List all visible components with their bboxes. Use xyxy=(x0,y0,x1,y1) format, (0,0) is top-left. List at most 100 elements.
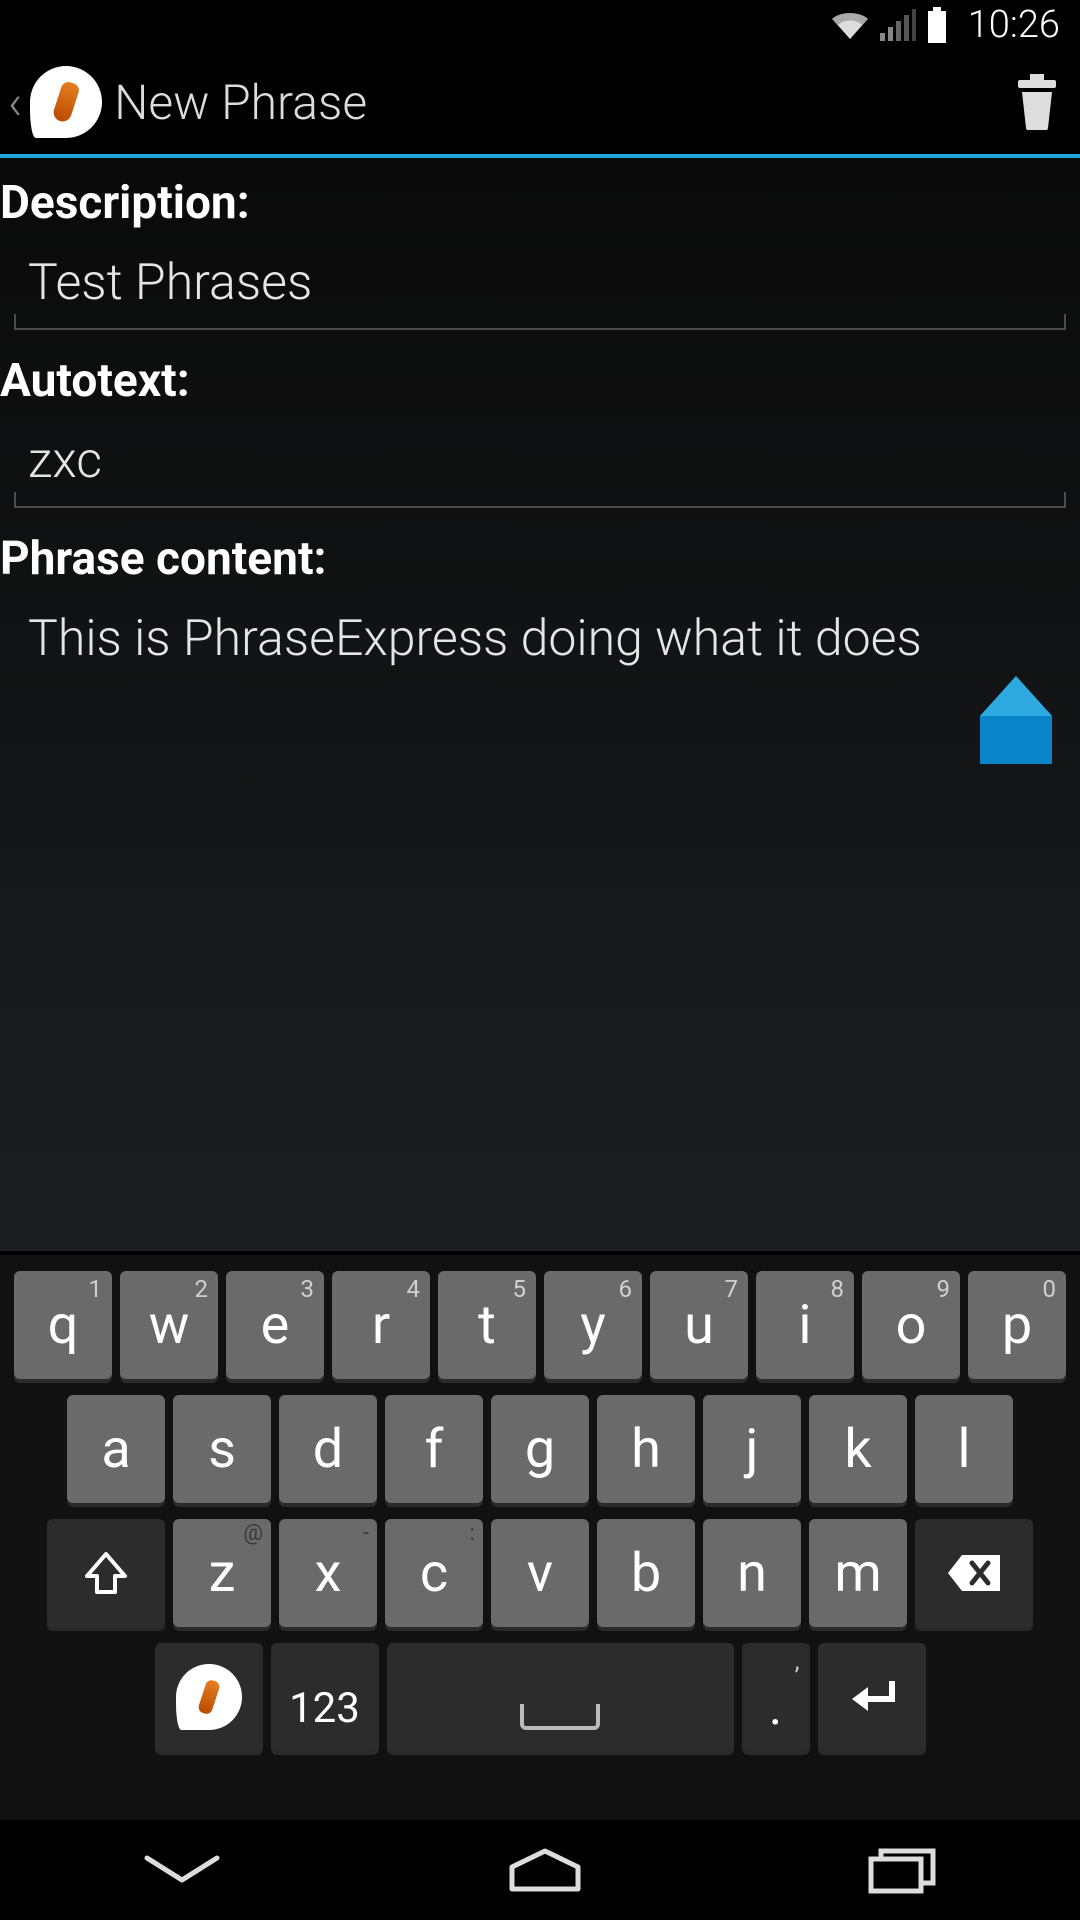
trash-icon xyxy=(1012,72,1062,132)
key-e[interactable]: e3 xyxy=(226,1271,324,1379)
key-a[interactable]: a xyxy=(67,1395,165,1503)
key-main: f xyxy=(425,1418,444,1481)
phraseexpress-icon xyxy=(176,1664,242,1730)
autotext-input[interactable]: zxc xyxy=(14,428,1066,508)
key-main: p xyxy=(1002,1294,1032,1357)
description-label: Description: xyxy=(0,170,1080,236)
key-main: b xyxy=(631,1542,661,1605)
key-l[interactable]: l xyxy=(915,1395,1013,1503)
key-main: i xyxy=(798,1294,811,1357)
key-i[interactable]: i8 xyxy=(756,1271,854,1379)
status-time: 10:26 xyxy=(968,3,1060,47)
app-logo-icon xyxy=(30,66,102,138)
key-r[interactable]: r4 xyxy=(332,1271,430,1379)
key-sup: - xyxy=(363,1521,369,1546)
key-main: r xyxy=(372,1294,390,1357)
key-f[interactable]: f xyxy=(385,1395,483,1503)
key-w[interactable]: w2 xyxy=(120,1271,218,1379)
phrase-content-input[interactable]: This is PhraseExpress doing what it does xyxy=(14,606,1066,846)
key-c[interactable]: c: xyxy=(385,1519,483,1627)
key-sup: 8 xyxy=(831,1275,845,1303)
key-period-main: . xyxy=(769,1679,782,1737)
key-v[interactable]: v xyxy=(491,1519,589,1627)
key-t[interactable]: t5 xyxy=(438,1271,536,1379)
shift-icon xyxy=(83,1550,129,1596)
key-sup: @ xyxy=(243,1521,263,1546)
key-main: k xyxy=(844,1418,871,1481)
key-main: x xyxy=(315,1542,342,1605)
chevron-left-icon: ‹ xyxy=(8,74,22,131)
chevron-down-icon xyxy=(137,1850,227,1890)
key-sup: : xyxy=(470,1521,475,1546)
battery-icon xyxy=(926,7,948,43)
key-main: y xyxy=(580,1294,606,1357)
key-main: j xyxy=(746,1418,759,1481)
wifi-icon xyxy=(830,9,870,41)
key-u[interactable]: u7 xyxy=(650,1271,748,1379)
key-sup: 0 xyxy=(1043,1275,1057,1303)
key-numbers[interactable]: 123 xyxy=(271,1643,379,1751)
key-enter[interactable] xyxy=(818,1643,926,1751)
form-content: Description: Test Phrases Autotext: zxc … xyxy=(0,158,1080,1251)
key-sup: 1 xyxy=(89,1275,103,1303)
backspace-icon xyxy=(944,1551,1004,1595)
autotext-label: Autotext: xyxy=(0,348,1080,414)
key-h[interactable]: h xyxy=(597,1395,695,1503)
text-cursor-handle-icon[interactable] xyxy=(980,676,1052,785)
key-k[interactable]: k xyxy=(809,1395,907,1503)
description-input[interactable]: Test Phrases xyxy=(14,250,1066,330)
recents-icon xyxy=(863,1845,943,1895)
key-x[interactable]: x- xyxy=(279,1519,377,1627)
phrase-content-text: This is PhraseExpress doing what it does xyxy=(28,610,922,668)
key-main: o xyxy=(896,1294,927,1357)
signal-icon xyxy=(880,9,916,41)
home-icon xyxy=(500,1847,590,1893)
key-period[interactable]: , . xyxy=(742,1643,810,1751)
status-bar: 10:26 xyxy=(0,0,1080,50)
key-main: g xyxy=(525,1418,555,1481)
nav-recents-button[interactable] xyxy=(863,1845,943,1895)
key-main: e xyxy=(261,1294,290,1357)
key-sup: 7 xyxy=(725,1275,739,1303)
key-main: v xyxy=(527,1542,553,1605)
key-o[interactable]: o9 xyxy=(862,1271,960,1379)
key-phraseexpress[interactable] xyxy=(155,1643,263,1751)
key-z[interactable]: z@ xyxy=(173,1519,271,1627)
nav-back-button[interactable] xyxy=(137,1850,227,1890)
key-backspace[interactable] xyxy=(915,1519,1033,1627)
soft-keyboard: q1w2e3r4t5y6u7i8o9p0 asdfghjkl z@x-c:vbn… xyxy=(0,1255,1080,1820)
nav-home-button[interactable] xyxy=(500,1847,590,1893)
space-icon xyxy=(520,1704,600,1730)
back-button[interactable]: ‹ xyxy=(8,66,114,138)
key-j[interactable]: j xyxy=(703,1395,801,1503)
key-m[interactable]: m xyxy=(809,1519,907,1627)
key-g[interactable]: g xyxy=(491,1395,589,1503)
key-main: u xyxy=(684,1294,714,1357)
key-n[interactable]: n xyxy=(703,1519,801,1627)
key-q[interactable]: q1 xyxy=(14,1271,112,1379)
key-main: h xyxy=(631,1418,661,1481)
key-y[interactable]: y6 xyxy=(544,1271,642,1379)
key-p[interactable]: p0 xyxy=(968,1271,1066,1379)
key-sup: 2 xyxy=(195,1275,209,1303)
key-main: w xyxy=(149,1294,190,1357)
key-d[interactable]: d xyxy=(279,1395,377,1503)
key-main: s xyxy=(208,1418,236,1481)
key-sup: 4 xyxy=(407,1275,421,1303)
key-main: a xyxy=(101,1418,130,1481)
action-bar: ‹ New Phrase xyxy=(0,50,1080,158)
key-shift[interactable] xyxy=(47,1519,165,1627)
key-main: d xyxy=(313,1418,343,1481)
key-main: q xyxy=(48,1294,79,1357)
key-b[interactable]: b xyxy=(597,1519,695,1627)
key-s[interactable]: s xyxy=(173,1395,271,1503)
key-space[interactable] xyxy=(387,1643,734,1751)
key-sup: 6 xyxy=(619,1275,633,1303)
key-main: l xyxy=(957,1418,970,1481)
enter-icon xyxy=(844,1675,900,1719)
delete-button[interactable] xyxy=(1012,72,1062,132)
key-sup: 3 xyxy=(301,1275,315,1303)
page-title: New Phrase xyxy=(114,74,1012,131)
key-main: z xyxy=(209,1542,236,1605)
phrase-content-label: Phrase content: xyxy=(0,526,1080,592)
